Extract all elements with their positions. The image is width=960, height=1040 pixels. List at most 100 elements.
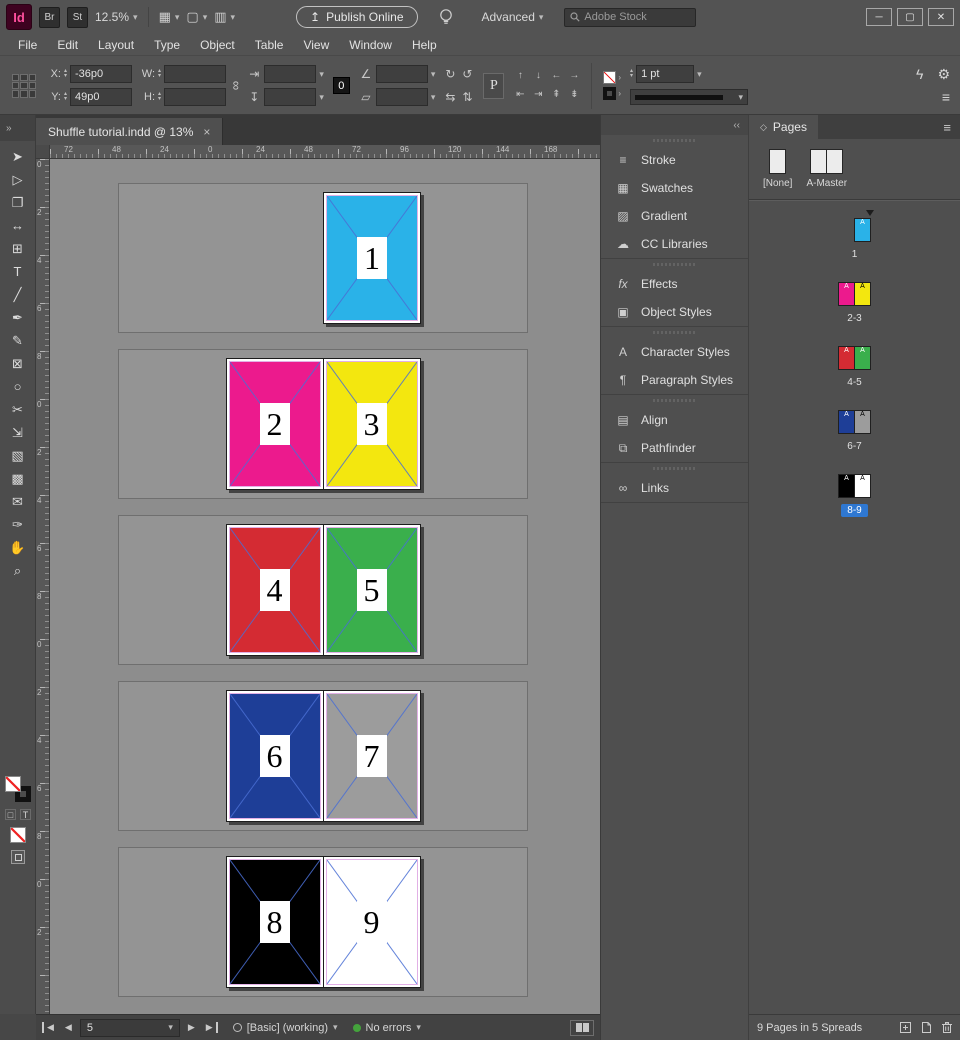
search-input[interactable] bbox=[584, 11, 685, 23]
menu-file[interactable]: File bbox=[8, 34, 47, 56]
free-transform-tool[interactable]: ⇲ bbox=[3, 421, 33, 444]
stroke-swatch[interactable] bbox=[603, 87, 617, 100]
preflight-status-dropdown[interactable]: No errors ▾ bbox=[352, 1022, 421, 1034]
last-page-button[interactable]: ▶ bbox=[203, 1022, 218, 1033]
shear-angle-field[interactable] bbox=[375, 88, 428, 106]
chevron-down-icon[interactable]: ▾ bbox=[319, 92, 324, 103]
page-thumb-6[interactable]: A bbox=[838, 410, 855, 434]
panel-swatches[interactable]: ▦ Swatches bbox=[601, 174, 748, 202]
panel-pathfinder[interactable]: ⧉ Pathfinder bbox=[601, 434, 748, 462]
menu-window[interactable]: Window bbox=[339, 34, 402, 56]
stroke-weight-field[interactable]: 1 pt bbox=[636, 65, 695, 83]
spread-view-button[interactable] bbox=[570, 1019, 594, 1036]
pages-panel-tab[interactable]: ◇ Pages bbox=[749, 115, 818, 139]
document-page-9[interactable]: 9 bbox=[322, 856, 421, 988]
first-page-button[interactable]: ◀ bbox=[42, 1022, 57, 1033]
flip-horizontal-button[interactable]: ⇆ bbox=[443, 90, 457, 104]
gap-tool[interactable]: ↔ bbox=[3, 214, 33, 237]
page-thumb-2[interactable]: A bbox=[838, 282, 855, 306]
menu-table[interactable]: Table bbox=[245, 34, 294, 56]
distribute-buttons[interactable]: ↑ ↓ ← → ⇤ ⇥ ⇞ ⇟ bbox=[513, 69, 581, 102]
panel-object-styles[interactable]: ▣ Object Styles bbox=[601, 298, 748, 326]
distribute-icon-6[interactable]: ⇞ bbox=[549, 88, 563, 102]
workspace-switcher[interactable]: Advanced ▾ bbox=[482, 10, 544, 24]
minimize-button[interactable]: ─ bbox=[866, 8, 892, 26]
rotate-ccw-button[interactable]: ↺ bbox=[460, 67, 474, 81]
menu-layout[interactable]: Layout bbox=[88, 34, 144, 56]
chevron-down-icon[interactable]: ▾ bbox=[431, 92, 436, 103]
select-container-button[interactable]: P bbox=[483, 72, 505, 99]
y-stepper[interactable]: ▴ ▾ bbox=[64, 91, 67, 102]
page-number-dropdown[interactable]: 5 ▾ bbox=[79, 1018, 180, 1037]
selection-tool[interactable]: ➤ bbox=[3, 145, 33, 168]
height-field[interactable] bbox=[164, 88, 227, 106]
stroke-weight-stepper[interactable]: ▴ ▾ bbox=[630, 68, 633, 79]
master-a-master[interactable]: A-Master bbox=[806, 149, 847, 189]
panel-grip[interactable] bbox=[601, 135, 748, 146]
zoom-tool[interactable]: ⌕ bbox=[3, 559, 33, 582]
stroke-style-dropdown[interactable]: ▾ bbox=[630, 89, 749, 105]
panel-gradient[interactable]: ▨ Gradient bbox=[601, 202, 748, 230]
page-thumb-9[interactable]: A bbox=[854, 474, 871, 498]
gradient-feather-tool[interactable]: ▩ bbox=[3, 467, 33, 490]
width-field[interactable] bbox=[164, 65, 227, 83]
learn-bulb-icon[interactable] bbox=[439, 8, 453, 26]
page-tool[interactable]: ❐ bbox=[3, 191, 33, 214]
document-page-1[interactable]: 1 bbox=[323, 192, 421, 324]
panel-paragraph-styles[interactable]: ¶ Paragraph Styles bbox=[601, 366, 748, 394]
chevron-down-icon[interactable]: ▾ bbox=[319, 69, 324, 80]
note-tool[interactable]: ✉ bbox=[3, 490, 33, 513]
panel-align[interactable]: ▤ Align bbox=[601, 406, 748, 434]
close-button[interactable]: ✕ bbox=[928, 8, 954, 26]
formatting-affects-container-icon[interactable]: □ bbox=[5, 809, 16, 820]
distribute-icon-1[interactable]: ↓ bbox=[531, 69, 545, 83]
line-tool[interactable]: ╱ bbox=[3, 283, 33, 306]
chevron-down-icon[interactable]: ▾ bbox=[431, 69, 436, 80]
pages-panel-spread-1[interactable]: A1 bbox=[749, 209, 960, 273]
delete-page-icon[interactable] bbox=[941, 1021, 953, 1034]
eyedropper-tool[interactable]: ✑ bbox=[3, 513, 33, 536]
x-stepper[interactable]: ▴ ▾ bbox=[64, 68, 67, 79]
panel-grip[interactable] bbox=[601, 259, 748, 270]
page-thumb-5[interactable]: A bbox=[854, 346, 871, 370]
formatting-affects-text-icon[interactable]: T bbox=[20, 809, 31, 820]
panel-cc-libraries[interactable]: ☁ CC Libraries bbox=[601, 230, 748, 258]
distribute-icon-0[interactable]: ↑ bbox=[513, 69, 527, 83]
panel-links[interactable]: ∞ Links bbox=[601, 474, 748, 502]
quick-apply-icon[interactable]: ϟ bbox=[916, 66, 923, 83]
apply-none-swatch[interactable] bbox=[10, 827, 26, 843]
type-tool[interactable]: T bbox=[3, 260, 33, 283]
chevron-down-icon[interactable]: ▾ bbox=[697, 69, 702, 80]
pages-panel-spread-4-5[interactable]: A A 4-5 bbox=[749, 337, 960, 401]
menu-help[interactable]: Help bbox=[402, 34, 447, 56]
dock-collapse-icon[interactable]: ‹‹ bbox=[601, 115, 748, 135]
flip-vertical-button[interactable]: ⇅ bbox=[460, 90, 474, 104]
publish-online-button[interactable]: ↥ Publish Online bbox=[296, 6, 418, 28]
menu-object[interactable]: Object bbox=[190, 34, 245, 56]
distribute-icon-5[interactable]: ⇥ bbox=[531, 88, 545, 102]
x-position-field[interactable]: -36p0 bbox=[70, 65, 133, 83]
distribute-icon-4[interactable]: ⇤ bbox=[513, 88, 527, 102]
document-page-3[interactable]: 3 bbox=[322, 358, 421, 490]
page-thumb-4[interactable]: A bbox=[838, 346, 855, 370]
fill-color-swatch[interactable] bbox=[5, 776, 21, 792]
rotate-cw-button[interactable]: ↻ bbox=[443, 67, 457, 81]
arrange-documents-dropdown[interactable]: ▥ ▾ bbox=[214, 9, 235, 25]
fill-swatch[interactable] bbox=[603, 71, 617, 84]
pasteboard[interactable]: 123456789 bbox=[50, 159, 600, 1014]
next-page-button[interactable]: ▶ bbox=[185, 1022, 198, 1033]
gear-icon[interactable]: ⚙ bbox=[937, 66, 950, 83]
bridge-button[interactable]: Br bbox=[39, 6, 60, 28]
panel-grip[interactable] bbox=[601, 327, 748, 338]
w-stepper[interactable]: ▴ ▾ bbox=[158, 68, 161, 79]
fill-stroke-proxy[interactable] bbox=[5, 776, 31, 802]
rectangle-frame-tool[interactable]: ⊠ bbox=[3, 352, 33, 375]
panel-effects[interactable]: fx Effects bbox=[601, 270, 748, 298]
direct-selection-tool[interactable]: ▷ bbox=[3, 168, 33, 191]
panel-grip[interactable] bbox=[601, 463, 748, 474]
edit-page-size-icon[interactable] bbox=[899, 1021, 912, 1034]
constrain-proportions-icon[interactable]: ∞ bbox=[229, 81, 244, 90]
document-page-4[interactable]: 4 bbox=[225, 524, 324, 656]
ellipse-frame-tool[interactable]: ○ bbox=[3, 375, 33, 398]
view-options-dropdown[interactable]: ▦ ▾ bbox=[159, 9, 180, 25]
